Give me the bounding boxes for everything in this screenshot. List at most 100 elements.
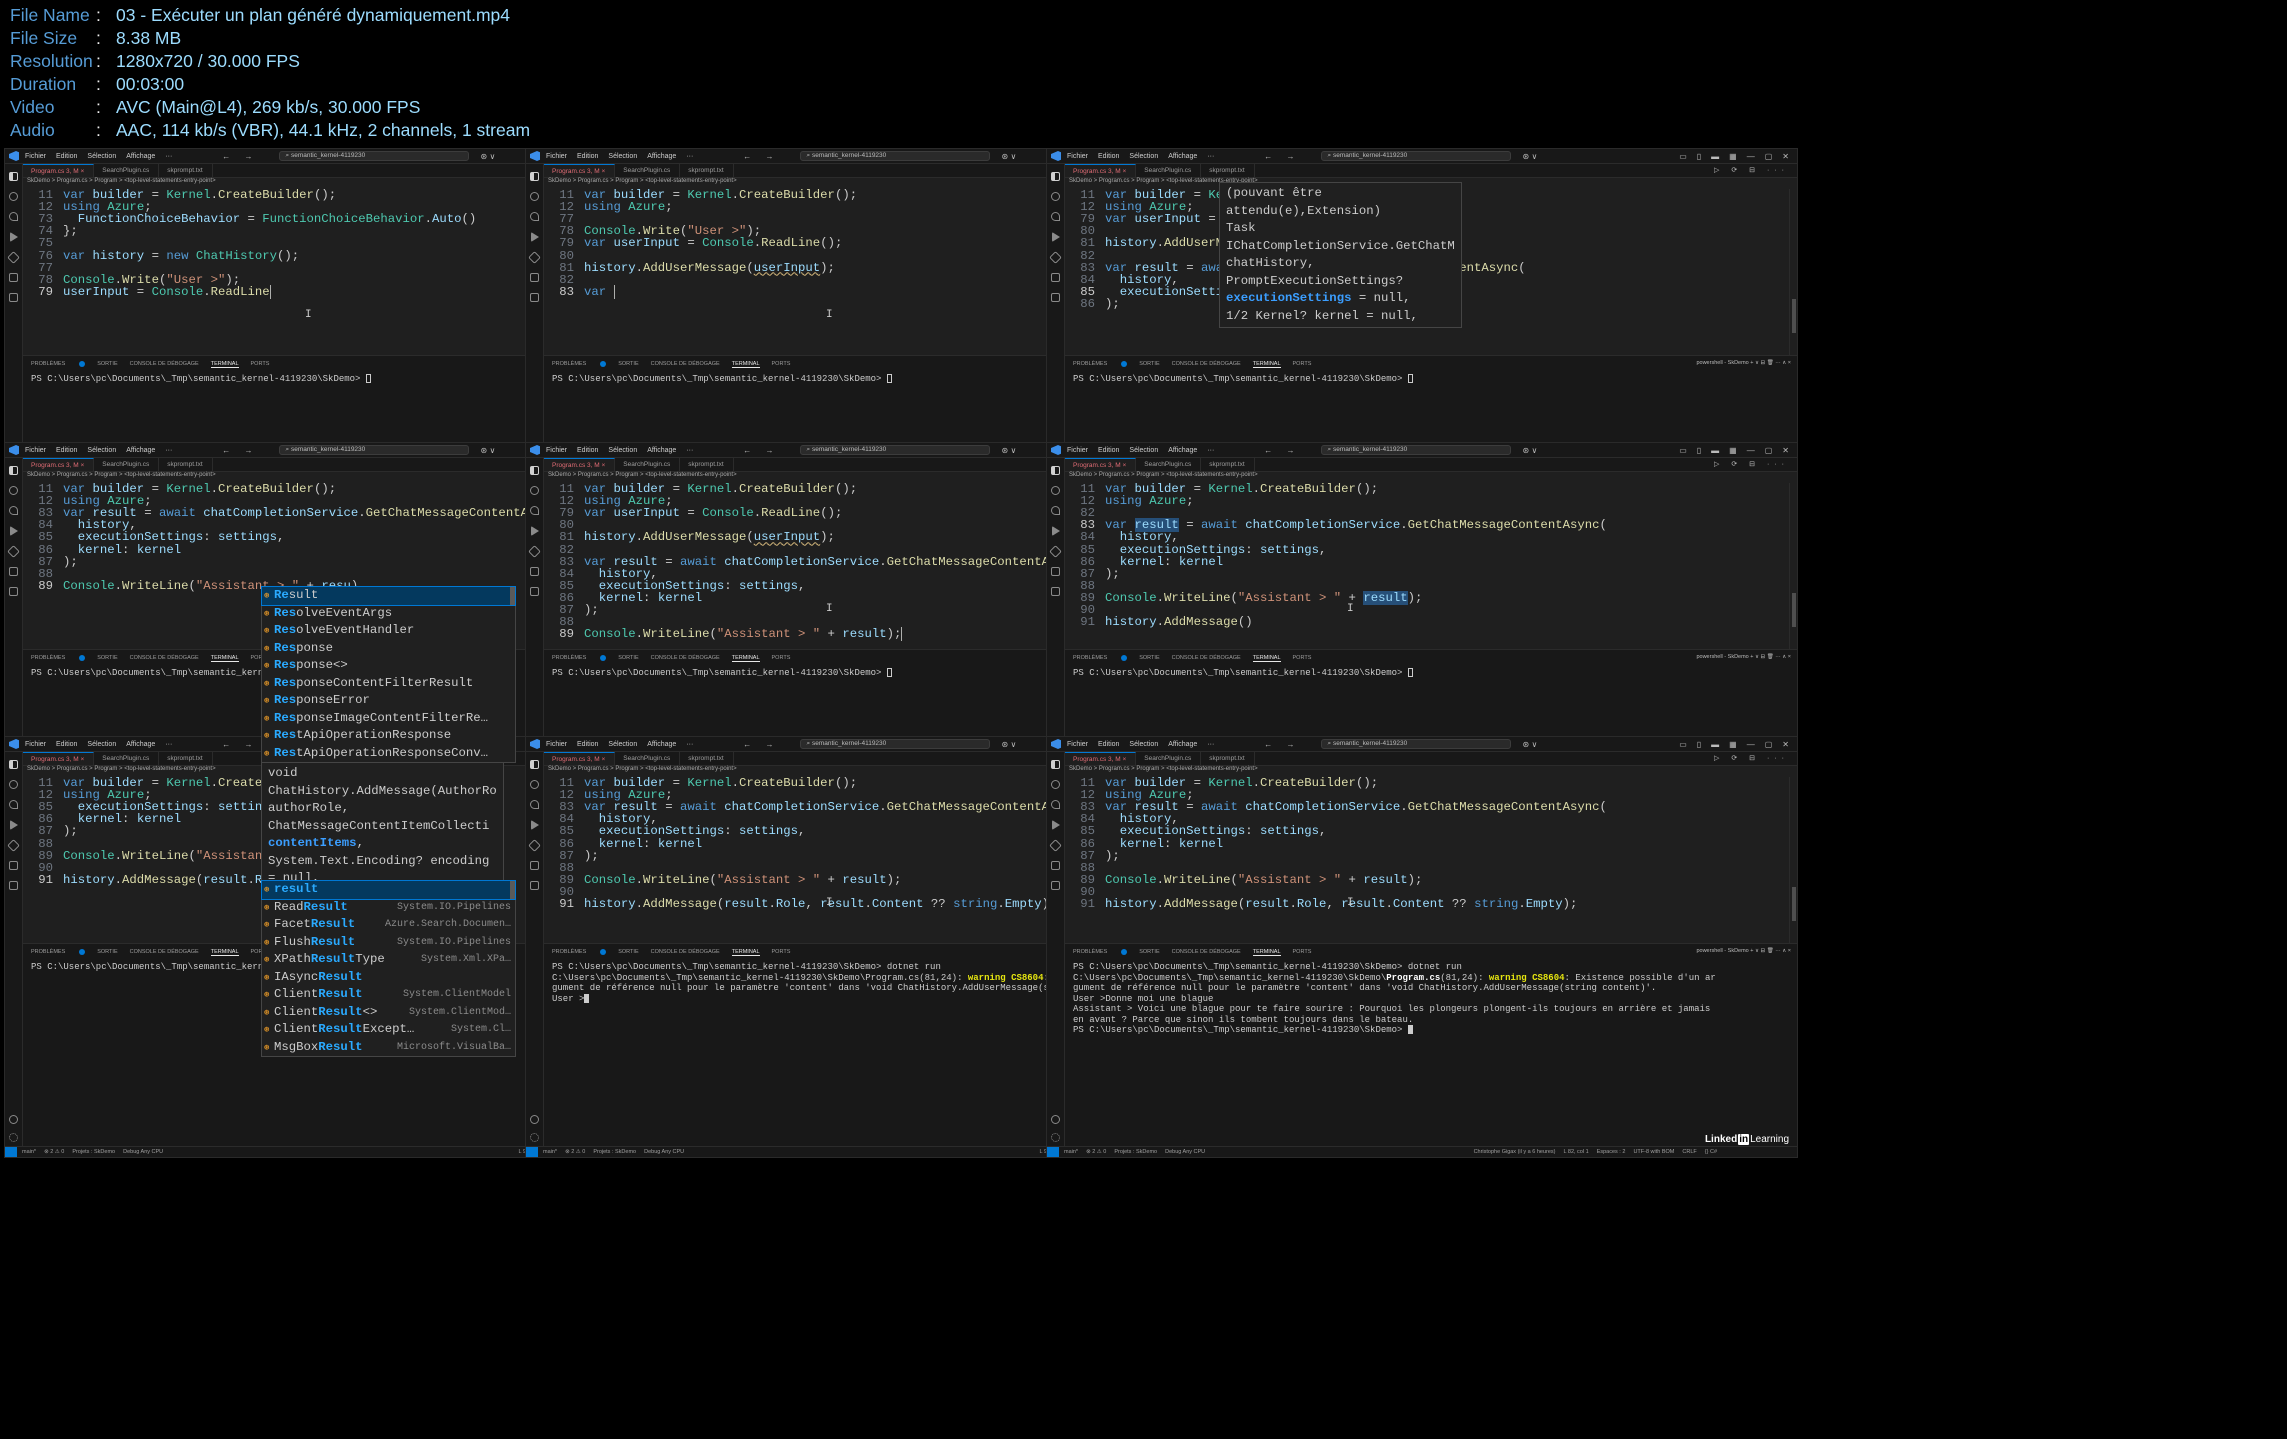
suggestion-item[interactable]: ⊛ FlushResult System.IO.Pipelines [262, 934, 515, 952]
extensions-icon[interactable] [528, 251, 541, 264]
tab-skprompt[interactable]: skprompt.txt [1201, 164, 1255, 177]
explorer-icon[interactable] [1051, 172, 1060, 181]
panel-tab[interactable]: TERMINAL [731, 361, 760, 368]
panel-tab[interactable]: PORTS [1293, 949, 1312, 956]
copilot-icon[interactable]: ⊛ ∨ [1523, 740, 1538, 749]
panel-tab[interactable]: PROBLÈMES [552, 949, 586, 956]
run-debug-icon[interactable] [1051, 526, 1060, 536]
testing-icon[interactable] [1051, 567, 1060, 576]
source-control-icon[interactable] [530, 506, 539, 515]
code-editor[interactable]: 11var builder = Kernel.CreateBuilder();1… [1065, 483, 1791, 649]
run-debug-icon[interactable] [9, 820, 18, 830]
suggestion-item[interactable]: ⊛ ClientResultExcept… System.Cl… [262, 1021, 515, 1039]
tab-searchplugin[interactable]: SearchPlugin.cs [94, 752, 160, 765]
menu-item[interactable]: Fichier [1067, 153, 1088, 160]
status-item[interactable]: ⊗ 2 ⚠ 0 [565, 1149, 585, 1155]
testing-icon[interactable] [530, 861, 539, 870]
menu-item[interactable]: Sélection [608, 153, 637, 160]
gear-icon[interactable] [9, 1133, 18, 1142]
nav-arrows-icon[interactable]: ← → [743, 740, 779, 749]
panel-tab[interactable]: CONSOLE DE DÉBOGAGE [1172, 361, 1241, 368]
scrollbar[interactable] [1789, 483, 1797, 649]
suggestion-item[interactable]: ⊛ Response [262, 640, 515, 658]
menu-item[interactable]: Fichier [546, 741, 567, 748]
breadcrumb[interactable]: SkDemo > Program.cs > Program > <top-lev… [27, 178, 216, 188]
layout-icon[interactable]: ▬ [1711, 152, 1719, 161]
status-item[interactable]: Projets : SkDemo [1114, 1149, 1157, 1155]
tab-skprompt[interactable]: skprompt.txt [1201, 752, 1255, 765]
panel-tab[interactable]: PROBLÈMES [31, 361, 65, 368]
source-control-icon[interactable] [1051, 800, 1060, 809]
suggestion-item[interactable]: ⊛ MsgBoxResult Microsoft.VisualBa… [262, 1039, 515, 1057]
explorer-icon[interactable] [530, 466, 539, 475]
panel-tab[interactable]: TERMINAL [1252, 361, 1281, 368]
menu-item[interactable]: Fichier [546, 447, 567, 454]
code-editor[interactable]: 11var builder = Kernel.CreateBuilder();1… [1065, 777, 1791, 943]
nav-arrows-icon[interactable]: ← → [743, 152, 779, 161]
panel-actions[interactable]: powershell - SkDemo + ∨ ⊟ 🗑 ··· ∧ × [1696, 654, 1791, 660]
tab-searchplugin[interactable]: SearchPlugin.cs [1136, 752, 1202, 765]
testing-icon[interactable] [9, 567, 18, 576]
minimize-icon[interactable]: — [1747, 152, 1755, 161]
scrollbar-thumb[interactable] [1792, 593, 1796, 627]
remote-icon[interactable] [530, 881, 539, 890]
tab-program[interactable]: Program.cs 3, M × [544, 752, 616, 765]
copilot-icon[interactable]: ⊛ ∨ [1002, 152, 1017, 161]
panel-tab[interactable]: SORTIE [1139, 655, 1159, 662]
breadcrumb[interactable]: SkDemo > Program.cs > Program > <top-lev… [548, 766, 737, 776]
layout-icon[interactable]: ▭ [1679, 446, 1687, 455]
explorer-icon[interactable] [9, 466, 18, 475]
editor-actions[interactable]: ▷ ⟳ ⊟ ··· [1714, 164, 1789, 177]
panel-tab[interactable]: TERMINAL [1252, 655, 1281, 662]
tab-program[interactable]: Program.cs 3, M × [1065, 752, 1137, 765]
breadcrumb[interactable]: SkDemo > Program.cs > Program > <top-lev… [548, 178, 737, 188]
panel-tab[interactable]: PROBLÈMES [31, 949, 65, 956]
menu-item[interactable]: Affichage [647, 447, 676, 454]
menu-item[interactable]: Edition [577, 447, 598, 454]
menu-item[interactable]: ··· [1207, 153, 1214, 160]
search-icon[interactable] [9, 486, 18, 495]
terminal-output[interactable]: PS C:\Users\pc\Documents\_Tmp\semantic_k… [1073, 374, 1791, 385]
menu-item[interactable]: Affichage [1168, 447, 1197, 454]
menu-item[interactable]: ··· [686, 447, 693, 454]
testing-icon[interactable] [1051, 273, 1060, 282]
scrollbar-thumb[interactable] [1792, 299, 1796, 333]
tab-searchplugin[interactable]: SearchPlugin.cs [94, 164, 160, 177]
layout-icon[interactable]: ▯ [1697, 152, 1701, 161]
explorer-icon[interactable] [9, 760, 18, 769]
suggestion-item[interactable]: ⊛ ResponseContentFilterResult [262, 675, 515, 693]
tab-skprompt[interactable]: skprompt.txt [680, 458, 734, 471]
run-debug-icon[interactable] [9, 232, 18, 242]
tab-skprompt[interactable]: skprompt.txt [159, 164, 213, 177]
breadcrumb[interactable]: SkDemo > Program.cs > Program > <top-lev… [548, 472, 737, 482]
panel-tab[interactable]: PORTS [772, 949, 791, 956]
tab-searchplugin[interactable]: SearchPlugin.cs [615, 164, 681, 177]
menu-item[interactable]: ··· [165, 741, 172, 748]
source-control-icon[interactable] [530, 212, 539, 221]
layout-icon[interactable]: ▬ [1711, 740, 1719, 749]
run-debug-icon[interactable] [530, 820, 539, 830]
testing-icon[interactable] [1051, 861, 1060, 870]
panel-tab[interactable]: PROBLÈMES [1073, 655, 1107, 662]
explorer-icon[interactable] [530, 172, 539, 181]
panel-tab[interactable]: PORTS [251, 361, 270, 368]
panel-tab[interactable]: SORTIE [618, 949, 638, 956]
breadcrumb[interactable]: SkDemo > Program.cs > Program > <top-lev… [1069, 766, 1258, 776]
menu-item[interactable]: Sélection [1129, 447, 1158, 454]
nav-arrows-icon[interactable]: ← → [1264, 740, 1300, 749]
nav-arrows-icon[interactable]: ← → [222, 740, 258, 749]
remote-icon[interactable] [530, 293, 539, 302]
menu-item[interactable]: Sélection [87, 153, 116, 160]
menu-item[interactable]: Edition [56, 741, 77, 748]
explorer-icon[interactable] [530, 760, 539, 769]
tab-searchplugin[interactable]: SearchPlugin.cs [615, 458, 681, 471]
suggestion-item[interactable]: ⊛ result [261, 880, 516, 900]
menu-item[interactable]: Edition [577, 741, 598, 748]
suggestion-item[interactable]: ⊛ ResolveEventHandler [262, 622, 515, 640]
close-icon[interactable]: ✕ [1782, 740, 1789, 749]
panel-tab[interactable]: TERMINAL [1252, 949, 1281, 956]
menu-item[interactable]: ··· [165, 447, 172, 454]
copilot-icon[interactable]: ⊛ ∨ [481, 152, 496, 161]
status-item[interactable]: ⊗ 2 ⚠ 0 [44, 1149, 64, 1155]
tab-program[interactable]: Program.cs 3, M × [1065, 458, 1137, 471]
